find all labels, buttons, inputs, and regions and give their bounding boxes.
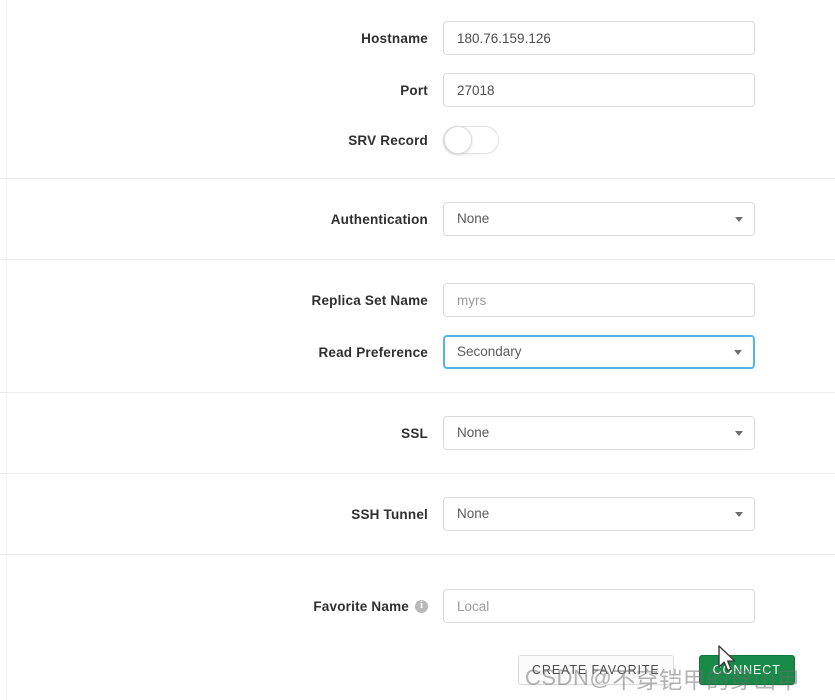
ssl-group: SSL None — [0, 393, 835, 474]
ssh-tunnel-select-value: None — [457, 506, 490, 521]
ssh-tunnel-label: SSH Tunnel — [351, 506, 428, 522]
row-ssl: SSL None — [0, 407, 835, 459]
favorite-name-label-cell: Favorite Name — [0, 599, 428, 614]
srv-record-label: SRV Record — [348, 132, 428, 148]
row-hostname: Hostname — [0, 12, 835, 64]
replica-set-name-label: Replica Set Name — [311, 292, 428, 308]
read-preference-label-cell: Read Preference — [0, 345, 428, 360]
ssh-tunnel-control-cell: None — [428, 497, 835, 531]
port-label-cell: Port — [0, 83, 428, 98]
replica-set-name-control-cell — [428, 283, 835, 317]
port-label: Port — [400, 82, 428, 98]
hostname-input[interactable] — [443, 21, 755, 55]
read-preference-control-cell: Secondary — [428, 335, 835, 369]
ssh-tunnel-group: SSH Tunnel None — [0, 474, 835, 555]
read-preference-select[interactable]: Secondary — [443, 335, 755, 369]
ssh-tunnel-label-cell: SSH Tunnel — [0, 507, 428, 522]
ssl-label: SSL — [401, 425, 428, 441]
read-preference-select-value: Secondary — [457, 344, 522, 359]
row-srv-record: SRV Record — [0, 116, 835, 164]
authentication-group: Authentication None — [0, 179, 835, 260]
chevron-down-icon — [735, 431, 743, 436]
authentication-select-value: None — [457, 211, 490, 226]
row-port: Port — [0, 64, 835, 116]
connection-settings-panel: Hostname Port SRV Record — [0, 0, 835, 700]
create-favorite-button[interactable]: CREATE FAVORITE — [518, 655, 674, 685]
read-preference-label: Read Preference — [318, 344, 428, 360]
hostname-label-cell: Hostname — [0, 31, 428, 46]
favorite-name-input[interactable] — [443, 589, 755, 623]
ssl-control-cell: None — [428, 416, 835, 450]
row-authentication: Authentication None — [0, 193, 835, 245]
srv-record-toggle[interactable] — [443, 126, 499, 154]
row-replica-set-name: Replica Set Name — [0, 274, 835, 326]
favorite-name-control-cell — [428, 589, 835, 623]
replica-set-name-input[interactable] — [443, 283, 755, 317]
srv-record-toggle-knob — [444, 126, 472, 154]
info-icon[interactable] — [415, 599, 428, 613]
authentication-label-cell: Authentication — [0, 212, 428, 227]
row-ssh-tunnel: SSH Tunnel None — [0, 488, 835, 540]
connect-button[interactable]: CONNECT — [698, 655, 795, 685]
replica-set-name-label-cell: Replica Set Name — [0, 293, 428, 308]
row-read-preference: Read Preference Secondary — [0, 326, 835, 378]
port-control-cell — [428, 73, 835, 107]
favorite-name-label: Favorite Name — [313, 598, 409, 614]
hostname-control-cell — [428, 21, 835, 55]
ssh-tunnel-select[interactable]: None — [443, 497, 755, 531]
chevron-down-icon — [734, 350, 742, 355]
replica-set-group: Replica Set Name Read Preference Seconda… — [0, 260, 835, 393]
hostname-label: Hostname — [361, 30, 428, 46]
form-actions: CREATE FAVORITE CONNECT — [0, 655, 835, 700]
chevron-down-icon — [735, 217, 743, 222]
authentication-select[interactable]: None — [443, 202, 755, 236]
ssl-label-cell: SSL — [0, 426, 428, 441]
ssl-select[interactable]: None — [443, 416, 755, 450]
connection-form: Hostname Port SRV Record — [0, 0, 835, 632]
server-group: Hostname Port SRV Record — [0, 0, 835, 179]
ssl-select-value: None — [457, 425, 490, 440]
favorite-group: Favorite Name — [0, 555, 835, 632]
srv-record-label-cell: SRV Record — [0, 133, 428, 148]
chevron-down-icon — [735, 512, 743, 517]
authentication-control-cell: None — [428, 202, 835, 236]
port-input[interactable] — [443, 73, 755, 107]
authentication-label: Authentication — [330, 211, 428, 227]
srv-record-control-cell — [428, 126, 835, 154]
row-favorite-name: Favorite Name — [0, 580, 835, 632]
